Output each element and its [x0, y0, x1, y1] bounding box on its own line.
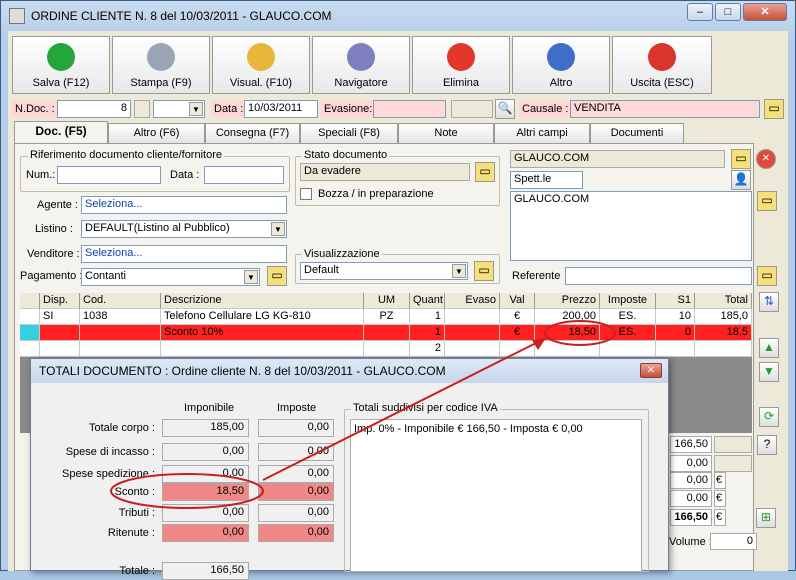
annotation-overlay — [110, 320, 616, 509]
annotation-ellipse — [544, 320, 616, 346]
annotation-ellipse — [110, 473, 264, 509]
annotation-arrow — [262, 340, 541, 481]
